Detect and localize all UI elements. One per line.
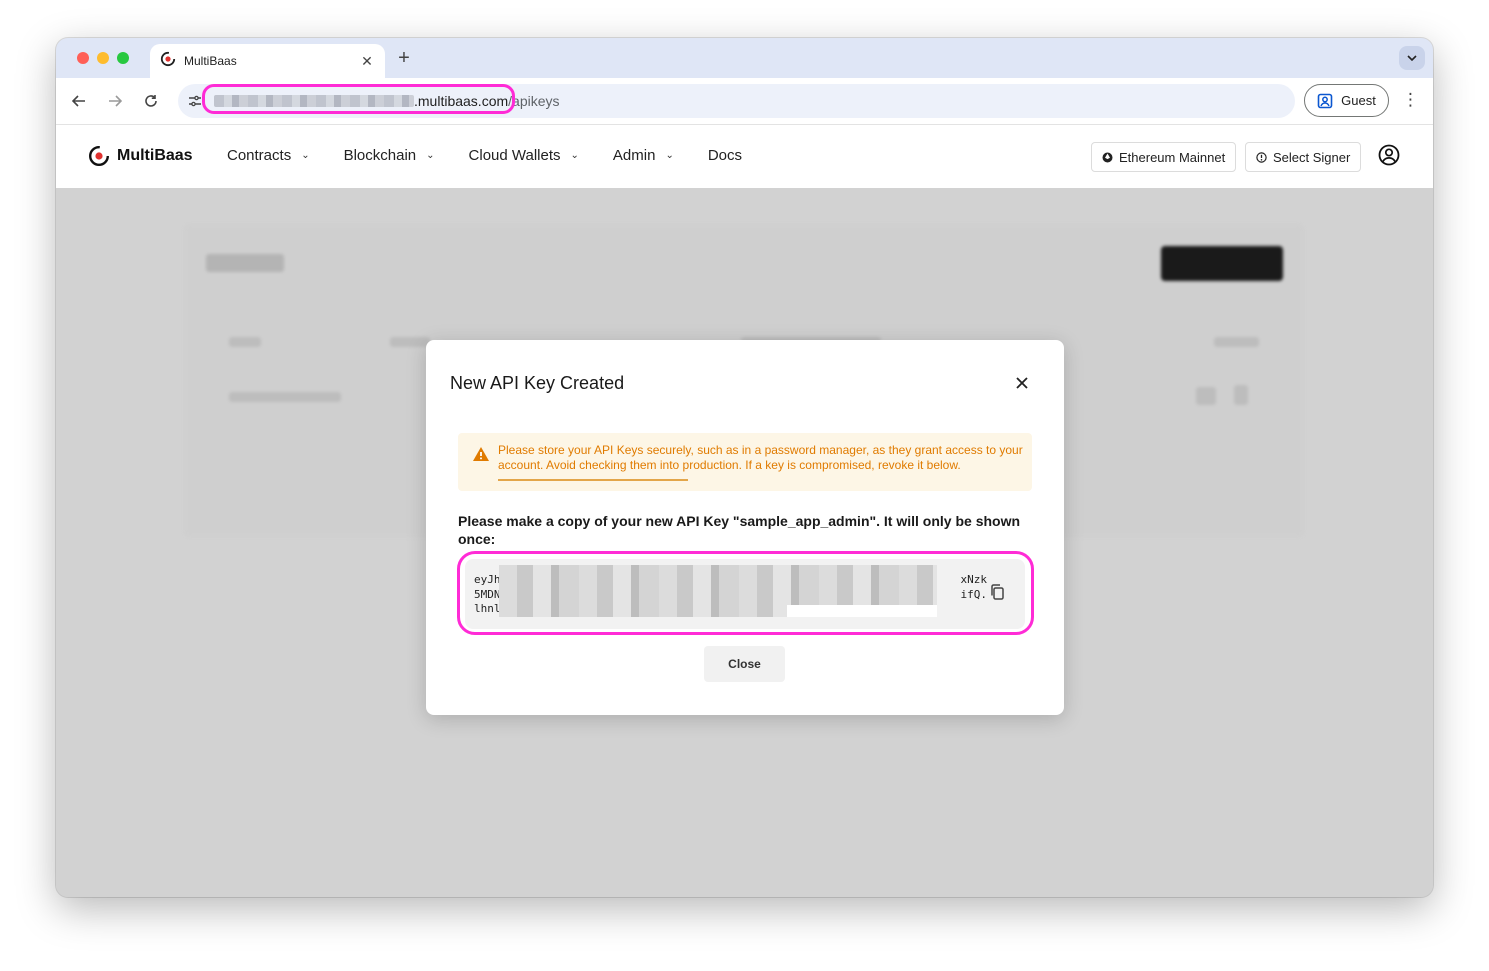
alert-progress-line bbox=[498, 479, 688, 481]
delete-icon bbox=[1234, 385, 1248, 405]
tab-close-icon[interactable]: ✕ bbox=[359, 53, 375, 70]
menu-admin-label: Admin bbox=[612, 147, 656, 164]
profile-button[interactable]: Guest bbox=[1304, 84, 1389, 117]
signer-label: Select Signer bbox=[1273, 149, 1351, 165]
security-warning-alert: Please store your API Keys securely, suc… bbox=[458, 433, 1032, 491]
select-signer-button[interactable]: Select Signer bbox=[1245, 142, 1362, 172]
menu-cloud-wallets-label: Cloud Wallets bbox=[468, 147, 561, 164]
profile-icon bbox=[1317, 93, 1333, 108]
browser-menu-icon[interactable]: ⋮ bbox=[1402, 90, 1419, 110]
tab-title: MultiBaas bbox=[184, 54, 237, 68]
back-icon[interactable] bbox=[68, 90, 90, 112]
menu-docs[interactable]: Docs bbox=[708, 147, 742, 164]
minimize-window-button[interactable] bbox=[97, 52, 109, 64]
network-selector[interactable]: Ethereum Mainnet bbox=[1091, 142, 1237, 172]
url-highlight-annotation bbox=[202, 84, 515, 114]
table-header-blurred bbox=[229, 337, 261, 347]
browser-tab[interactable]: MultiBaas ✕ bbox=[150, 44, 385, 78]
chevron-down-icon: ⌄ bbox=[301, 150, 310, 161]
site-settings-icon[interactable] bbox=[188, 94, 202, 113]
app-navbar: MultiBaas Contracts ⌄ Blockchain ⌄ Cloud W… bbox=[56, 125, 1433, 188]
brand-logo[interactable]: MultiBaas bbox=[88, 145, 193, 167]
close-button[interactable]: Close bbox=[704, 646, 785, 682]
tab-search-button[interactable] bbox=[1399, 46, 1425, 70]
multibaas-favicon-icon bbox=[160, 51, 176, 72]
menu-blockchain[interactable]: Blockchain ⌄ bbox=[344, 147, 435, 164]
table-header-blurred bbox=[1214, 337, 1259, 347]
tab-bar: MultiBaas ✕ + bbox=[56, 38, 1433, 78]
warning-text: Please store your API Keys securely, suc… bbox=[498, 443, 1023, 472]
reload-icon[interactable] bbox=[140, 90, 162, 112]
table-row-blurred bbox=[229, 392, 341, 402]
new-api-key-dialog: New API Key Created Please store your AP… bbox=[426, 340, 1064, 715]
menu-contracts[interactable]: Contracts ⌄ bbox=[227, 147, 310, 164]
main-menu: Contracts ⌄ Blockchain ⌄ Cloud Wallets ⌄ Ad… bbox=[227, 147, 776, 164]
menu-contracts-label: Contracts bbox=[227, 147, 292, 164]
copy-prompt-text: Please make a copy of your new API Key "… bbox=[458, 513, 1021, 547]
network-icon bbox=[1102, 152, 1113, 162]
menu-cloud-wallets[interactable]: Cloud Wallets ⌄ bbox=[469, 147, 579, 164]
chevron-down-icon: ⌄ bbox=[426, 150, 435, 161]
zoom-window-button[interactable] bbox=[117, 52, 129, 64]
menu-blockchain-label: Blockchain bbox=[343, 147, 417, 164]
edit-icon bbox=[1196, 387, 1216, 405]
table-header-blurred bbox=[390, 337, 430, 347]
signer-icon bbox=[1256, 151, 1267, 163]
chevron-down-icon bbox=[1407, 55, 1417, 61]
brand-name: MultiBaas bbox=[117, 147, 193, 164]
close-window-button[interactable] bbox=[77, 52, 89, 64]
menu-admin[interactable]: Admin ⌄ bbox=[613, 147, 674, 164]
api-keys-heading-blurred bbox=[206, 254, 284, 272]
network-label: Ethereum Mainnet bbox=[1119, 149, 1226, 165]
chevron-down-icon: ⌄ bbox=[665, 150, 674, 161]
new-key-button-blurred bbox=[1161, 246, 1283, 281]
chevron-down-icon: ⌄ bbox=[570, 150, 579, 161]
browser-window: MultiBaas ✕ + .multibaas.com /apikeys Gu… bbox=[56, 38, 1433, 897]
url-path: /apikeys bbox=[508, 93, 560, 109]
new-tab-icon[interactable]: + bbox=[394, 47, 414, 69]
forward-icon[interactable] bbox=[104, 90, 126, 112]
multibaas-logo-icon bbox=[88, 145, 110, 167]
api-key-highlight-annotation bbox=[457, 551, 1034, 635]
menu-docs-label: Docs bbox=[707, 147, 743, 164]
profile-label: Guest bbox=[1341, 93, 1376, 108]
traffic-lights bbox=[77, 52, 129, 64]
warning-icon bbox=[472, 446, 490, 467]
dialog-title: New API Key Created bbox=[450, 373, 625, 393]
user-circle-icon[interactable] bbox=[1378, 144, 1400, 171]
close-icon[interactable] bbox=[1011, 372, 1033, 394]
